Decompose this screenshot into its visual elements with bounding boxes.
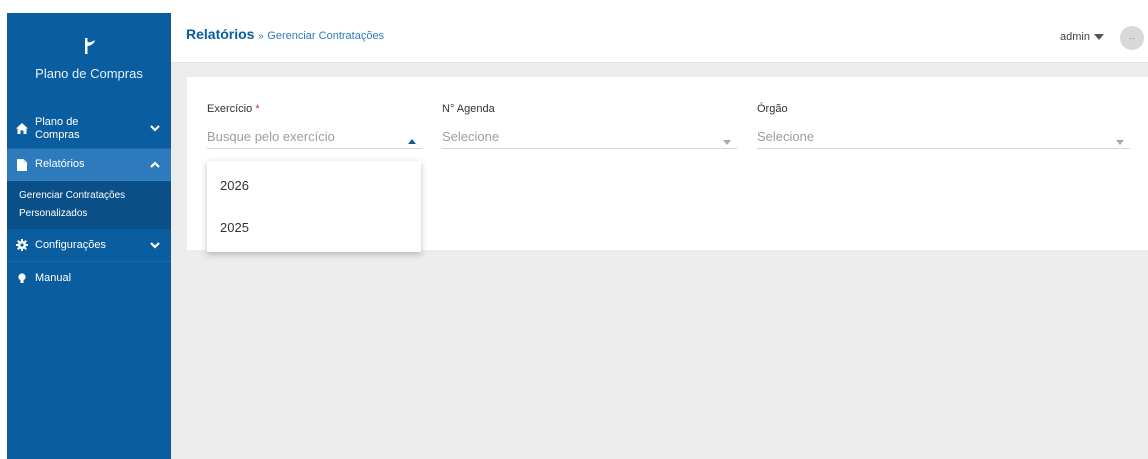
gear-icon xyxy=(15,239,29,251)
app-logo-icon xyxy=(85,38,95,54)
sidebar: Plano de Compras Plano de Compras Relató… xyxy=(7,13,171,459)
caret-down-icon xyxy=(723,133,731,148)
sidebar-menu: Plano de Compras Relatórios Gerenciar Co… xyxy=(7,109,171,295)
exercicio-dropdown: 2026 2025 xyxy=(207,161,421,252)
sidebar-subitem-gerenciar-contratacoes[interactable]: Gerenciar Contratações xyxy=(7,187,171,205)
field-exercicio: Exercício * Busque pelo exercício xyxy=(207,103,422,149)
exercicio-placeholder: Busque pelo exercício xyxy=(207,129,335,144)
caret-down-icon xyxy=(1094,31,1104,43)
chevron-down-icon xyxy=(149,125,161,132)
chevron-down-icon xyxy=(149,241,161,249)
agenda-label: N° Agenda xyxy=(442,103,495,115)
lightbulb-icon xyxy=(15,273,29,284)
sidebar-item-label: Manual xyxy=(35,272,72,284)
required-mark: * xyxy=(255,103,260,115)
topbar: Relatórios » Gerenciar Contratações admi… xyxy=(171,13,1148,63)
caret-up-icon xyxy=(408,133,416,148)
caret-down-icon xyxy=(1116,133,1124,148)
breadcrumb: Relatórios » Gerenciar Contratações xyxy=(186,26,384,42)
field-agenda: N° Agenda Selecione xyxy=(442,103,737,149)
sidebar-item-manual[interactable]: Manual xyxy=(7,262,171,295)
sidebar-subitem-personalizados[interactable]: Personalizados xyxy=(7,205,171,223)
relatorios-submenu: Gerenciar Contratações Personalizados xyxy=(7,181,171,229)
username: admin xyxy=(1060,31,1090,43)
agenda-placeholder: Selecione xyxy=(442,129,500,144)
exercicio-label: Exercício * xyxy=(207,103,422,115)
brand: Plano de Compras xyxy=(7,13,171,109)
orgao-label: Órgão xyxy=(757,103,788,115)
exercicio-label-text: Exercício xyxy=(207,103,253,115)
file-icon xyxy=(15,158,29,171)
home-icon xyxy=(15,123,29,134)
breadcrumb-separator: » xyxy=(258,31,264,42)
sidebar-item-label: Plano de Compras xyxy=(35,115,80,141)
chevron-up-icon xyxy=(149,161,161,168)
sidebar-item-label: Relatórios xyxy=(35,158,85,170)
sidebar-item-plano-de-compras[interactable]: Plano de Compras xyxy=(7,109,171,149)
orgao-placeholder: Selecione xyxy=(757,129,815,144)
exercicio-select[interactable]: Busque pelo exercício xyxy=(207,129,422,149)
orgao-select[interactable]: Selecione xyxy=(757,129,1130,149)
sidebar-item-label: Configurações xyxy=(35,238,106,251)
avatar[interactable]: ·· xyxy=(1120,26,1144,50)
dropdown-option[interactable]: 2026 xyxy=(207,165,421,207)
field-orgao: Órgão Selecione xyxy=(757,103,1130,149)
main-content: Exercício * Busque pelo exercício N° Age… xyxy=(171,63,1148,459)
user-menu[interactable]: admin xyxy=(1060,31,1104,43)
app-name: Plano de Compras xyxy=(35,66,143,81)
sidebar-item-configuracoes[interactable]: Configurações xyxy=(7,229,171,262)
breadcrumb-relatorios[interactable]: Relatórios xyxy=(186,26,254,42)
agenda-select[interactable]: Selecione xyxy=(442,129,737,149)
breadcrumb-current: Gerenciar Contratações xyxy=(267,30,385,42)
dropdown-option[interactable]: 2025 xyxy=(207,207,421,249)
sidebar-item-relatorios[interactable]: Relatórios xyxy=(7,149,171,181)
